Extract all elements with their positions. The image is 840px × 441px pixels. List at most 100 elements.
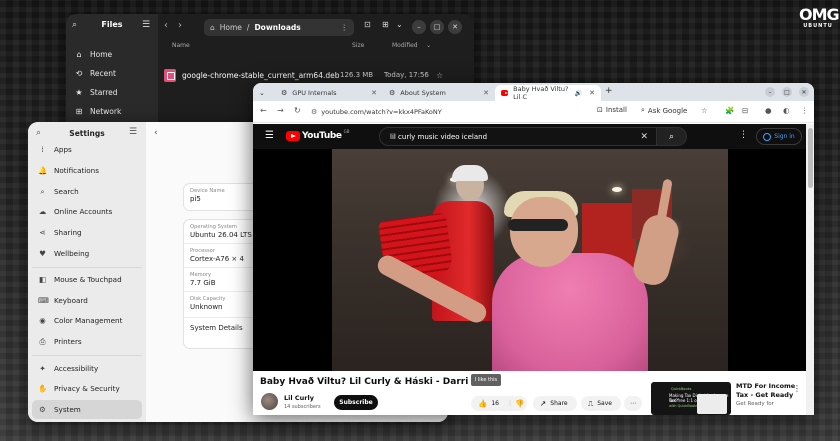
recommended-title[interactable]: MTD For Income xyxy=(736,382,795,390)
ask-google-button[interactable]: ⌕ Ask Google xyxy=(641,106,687,115)
tab-search-icon[interactable]: ⌄ xyxy=(253,85,273,101)
sidebar-item-system[interactable]: ⚙ System xyxy=(32,400,142,419)
keyboard-icon: ⌨ xyxy=(38,296,49,305)
wellbeing-icon: ♥ xyxy=(39,249,46,258)
install-button[interactable]: ⊡ Install xyxy=(597,106,627,114)
file-row[interactable]: google-chrome-stable_current_arm64.deb 1… xyxy=(164,66,464,84)
file-size: 126.3 MB xyxy=(340,71,374,79)
channel-name[interactable]: Lil Curly xyxy=(284,394,314,402)
video-player[interactable] xyxy=(253,149,806,371)
back-forward-icon[interactable]: ‹› xyxy=(164,20,192,31)
share-icon: ⋖ xyxy=(39,228,46,237)
path-bar[interactable]: ⌂ Home / Downloads ⋮ xyxy=(204,19,354,36)
hamburger-menu-icon[interactable]: ☰ xyxy=(142,20,150,30)
video-frame[interactable] xyxy=(332,149,728,371)
sidebar-item-network[interactable]: ⊞ Network xyxy=(74,102,154,120)
channel-avatar[interactable] xyxy=(261,393,278,410)
like-count[interactable]: 16 xyxy=(491,400,499,407)
search-query: lil curly music video iceland xyxy=(390,132,488,141)
account-icon xyxy=(763,132,772,141)
close-tab-icon[interactable]: ✕ xyxy=(371,89,377,97)
close-tab-icon[interactable]: ✕ xyxy=(589,89,595,97)
page-scrollbar[interactable] xyxy=(806,124,814,415)
sidebar-item-wellbeing[interactable]: ♥ Wellbeing xyxy=(32,244,142,263)
more-actions-button[interactable]: ⋯ xyxy=(624,396,642,411)
path-current[interactable]: Downloads xyxy=(254,23,300,32)
sidebar-item-mouse-touchpad[interactable]: ◧ Mouse & Touchpad xyxy=(32,270,142,289)
sidebar-item-home[interactable]: ⌂ Home xyxy=(74,45,154,63)
maximize-icon[interactable]: □ xyxy=(430,20,444,34)
kebab-menu-icon[interactable]: ⋮ xyxy=(739,130,748,140)
sidebar-item-starred[interactable]: ★ Starred xyxy=(74,83,154,101)
tab-youtube[interactable]: Baby Hvað Viltu? Lil C 🔊 ✕ xyxy=(495,85,601,101)
column-header-modified[interactable]: Modified xyxy=(392,42,418,49)
site-info-icon[interactable]: ⚙ xyxy=(311,108,317,116)
chrome-menu-icon[interactable]: ⋮ xyxy=(801,106,809,115)
extension-icon[interactable]: 🧩 xyxy=(725,106,734,115)
save-button[interactable]: ⎍ Save xyxy=(581,396,621,411)
minimize-icon[interactable]: – xyxy=(412,20,426,34)
tab-about-system[interactable]: ⚙ About System ✕ xyxy=(383,85,495,101)
kebab-menu-icon[interactable]: ⋮ xyxy=(793,384,801,393)
account-icon[interactable]: ◐ xyxy=(783,106,790,115)
address-bar[interactable]: ⚙ youtube.com/watch?v=kkx4PFaKoNY xyxy=(311,105,591,119)
search-button[interactable]: ⌕ xyxy=(657,127,687,146)
url-text: youtube.com/watch?v=kkx4PFaKoNY xyxy=(321,108,442,116)
youtube-header: ☰ YouTube GB lil curly music video icela… xyxy=(253,124,814,149)
recommended-title[interactable]: Tax - Get Ready xyxy=(736,391,793,399)
thumbs-up-icon[interactable]: 👍 xyxy=(478,399,487,408)
new-tab-icon[interactable]: + xyxy=(605,86,613,96)
sidebar-item-online-accounts[interactable]: ☁ Online Accounts xyxy=(32,202,142,221)
hamburger-menu-icon[interactable]: ☰ xyxy=(129,127,137,137)
star-outline-icon[interactable]: ☆ xyxy=(436,71,443,80)
reload-icon[interactable]: ↻ xyxy=(294,106,301,115)
thumbs-down-icon[interactable]: 👎 xyxy=(515,399,524,408)
video-title: Baby Hvað Viltu? Lil Curly & Háski - Dar… xyxy=(260,377,469,387)
subscribe-button[interactable]: Subscribe xyxy=(334,395,378,410)
chevron-down-icon[interactable]: ⌄ xyxy=(396,20,403,29)
close-icon[interactable]: ✕ xyxy=(799,87,809,97)
back-icon[interactable]: ← xyxy=(260,106,267,115)
sort-chevron-icon[interactable]: ⌄ xyxy=(426,42,431,49)
forward-icon[interactable]: → xyxy=(277,106,284,115)
clear-search-icon[interactable]: ✕ xyxy=(640,132,648,142)
scrollbar-thumb[interactable] xyxy=(807,128,813,188)
new-folder-icon[interactable]: ⊡ xyxy=(364,20,371,29)
sidebar-item-recent[interactable]: ⟲ Recent xyxy=(74,64,154,82)
hamburger-menu-icon[interactable]: ☰ xyxy=(265,130,274,141)
sidebar-item-keyboard[interactable]: ⌨ Keyboard xyxy=(32,291,142,310)
profile-icon[interactable]: ● xyxy=(765,106,772,115)
color-icon: ◉ xyxy=(39,316,46,325)
sidebar-item-accessibility[interactable]: ✦ Accessibility xyxy=(32,359,142,378)
sidebar-item-apps[interactable]: ⁞ Apps xyxy=(32,140,142,159)
tab-gpu-internals[interactable]: ⚙ GPU Internals ✕ xyxy=(275,85,383,101)
bookmark-star-icon[interactable]: ☆ xyxy=(701,106,708,115)
sidebar-item-printers[interactable]: ⎙ Printers xyxy=(32,332,142,351)
sidebar-item-color-management[interactable]: ◉ Color Management xyxy=(32,311,142,330)
file-modified: Today, 17:56 xyxy=(384,71,429,79)
path-root[interactable]: Home xyxy=(220,23,242,32)
bookmark-icon: ⎍ xyxy=(588,398,594,408)
sidebar-item-search[interactable]: ⌕ Search xyxy=(32,182,142,201)
speaker-icon[interactable]: 🔊 xyxy=(575,90,582,97)
youtube-logo[interactable]: YouTube GB xyxy=(286,129,349,141)
column-header-size[interactable]: Size xyxy=(352,42,364,49)
youtube-search-input[interactable]: lil curly music video iceland ✕ xyxy=(379,127,657,146)
sign-in-button[interactable]: Sign in xyxy=(756,128,802,145)
close-icon[interactable]: ✕ xyxy=(448,20,462,34)
maximize-icon[interactable]: □ xyxy=(782,87,792,97)
omg-ubuntu-logo: OMG UBUNTU xyxy=(799,6,840,36)
sidebar-item-privacy-security[interactable]: ✋ Privacy & Security xyxy=(32,379,142,398)
column-header-name[interactable]: Name xyxy=(172,42,190,49)
recommended-thumbnail[interactable]: QuickBooks Making Tax Digital for Income… xyxy=(651,382,731,415)
back-arrow-icon[interactable]: ‹ xyxy=(154,128,158,138)
side-panel-icon[interactable]: ⊟ xyxy=(742,106,748,115)
minimize-icon[interactable]: – xyxy=(765,87,775,97)
sidebar-item-notifications[interactable]: 🔔 Notifications xyxy=(32,161,142,180)
grid-view-icon[interactable]: ⊞ xyxy=(382,20,389,29)
sidebar-item-sharing[interactable]: ⋖ Sharing xyxy=(32,223,142,242)
close-tab-icon[interactable]: ✕ xyxy=(483,89,489,97)
kebab-menu-icon[interactable]: ⋮ xyxy=(341,23,349,32)
share-button[interactable]: ↗ Share xyxy=(533,396,577,411)
ask-google-label: Ask Google xyxy=(647,106,688,115)
